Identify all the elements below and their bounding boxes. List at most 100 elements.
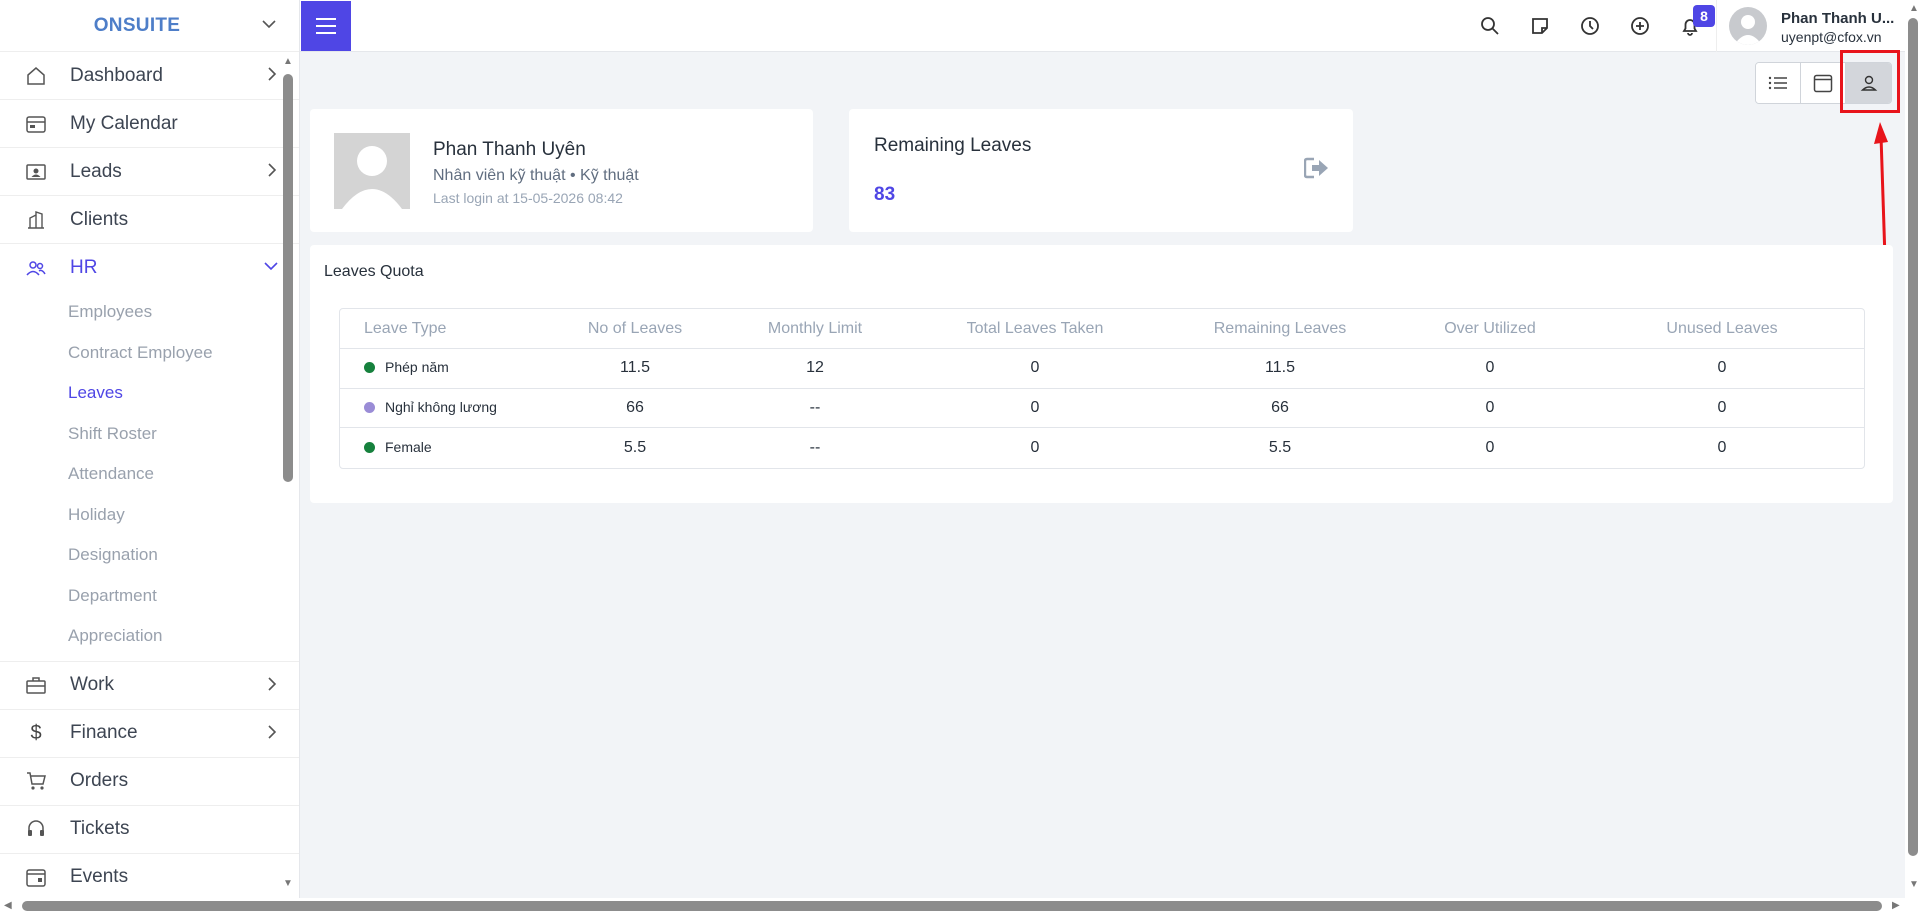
scroll-right-icon[interactable]: ▶ (1892, 901, 1900, 911)
sidebar-item-tickets[interactable]: Tickets (0, 806, 299, 854)
leaves-quota-card: Leaves Quota Leave Type No of Leaves Mon… (310, 245, 1893, 503)
chevron-down-icon (263, 258, 279, 280)
sidebar-subitem-department[interactable]: Department (0, 576, 299, 617)
chevron-right-icon (265, 724, 279, 746)
remaining-cell: 66 (1160, 389, 1400, 428)
sidebar-item-work[interactable]: Work (0, 662, 299, 710)
home-icon (24, 64, 48, 88)
chevron-right-icon (265, 162, 279, 184)
sidebar-item-label: Leads (70, 160, 122, 182)
avatar (1729, 7, 1767, 45)
sidebar-item-label: My Calendar (70, 112, 178, 134)
menu-toggle-button[interactable] (301, 1, 351, 51)
remaining-cell: 5.5 (1268, 438, 1292, 456)
leave-type-name: Phép năm (385, 359, 449, 376)
scroll-left-icon[interactable]: ◀ (4, 901, 12, 911)
column-header: Unused Leaves (1580, 309, 1864, 349)
sidebar-subitem-contract-employee[interactable]: Contract Employee (0, 333, 299, 374)
remaining-leaves-value: 83 (874, 184, 896, 205)
chevron-right-icon (265, 66, 279, 88)
leaves-quota-title: Leaves Quota (324, 263, 424, 280)
sidebar-item-clients[interactable]: Clients (0, 196, 299, 244)
sidebar-item-label: Clients (70, 208, 129, 230)
list-icon (1768, 76, 1787, 90)
sticky-note-icon[interactable] (1528, 14, 1552, 38)
total-taken-cell: 0 (1030, 438, 1040, 456)
no-of-leaves-cell: 66 (550, 389, 720, 428)
remaining-cell: 11.5 (1160, 349, 1400, 389)
sidebar-item-label: Finance (70, 722, 138, 743)
sidebar-subitem-designation[interactable]: Designation (0, 535, 299, 576)
calendar-icon (1813, 74, 1833, 93)
sidebar: ONSUITE Dashboard My Calendar Leads Clie… (0, 0, 300, 900)
sidebar-item-finance[interactable]: $ Finance (0, 710, 299, 758)
page-vertical-scrollbar[interactable]: ▲ ▼ (1905, 0, 1922, 900)
chevron-down-icon[interactable] (261, 16, 277, 37)
sidebar-scrollbar[interactable]: ▲ ▼ (281, 56, 295, 889)
sidebar-item-events[interactable]: Events (0, 854, 299, 901)
sidebar-subitem-shift-roster[interactable]: Shift Roster (0, 414, 299, 455)
sidebar-scrollbar-thumb[interactable] (283, 74, 293, 482)
sidebar-item-label: Dashboard (70, 64, 163, 86)
search-icon[interactable] (1478, 14, 1502, 38)
page-scrollbar-thumb[interactable] (1908, 18, 1918, 856)
sidebar-item-my-calendar[interactable]: My Calendar (0, 100, 299, 148)
add-circle-icon[interactable] (1628, 14, 1652, 38)
profile-role: Nhân viên kỹ thuật • Kỹ thuật (433, 167, 639, 184)
monthly-limit-cell: -- (720, 389, 910, 428)
table-row: Nghỉ không lương 66 -- 0 66 0 0 (340, 389, 1864, 428)
no-of-leaves-cell: 11.5 (550, 349, 720, 389)
list-view-button[interactable] (1756, 63, 1801, 103)
sidebar-subitem-appreciation[interactable]: Appreciation (0, 616, 299, 657)
table-row: Female 5.5 -- 0 5.5 0 0 (340, 428, 1864, 468)
leaves-quota-table: Leave Type No of Leaves Monthly Limit To… (339, 308, 1865, 469)
unused-cell: 0 (1717, 438, 1727, 456)
chevron-right-icon (265, 676, 279, 698)
monthly-limit-cell: 12 (720, 349, 910, 389)
brand-header[interactable]: ONSUITE (0, 0, 299, 52)
sidebar-subitem-employees[interactable]: Employees (0, 292, 299, 333)
scroll-down-icon[interactable]: ▼ (281, 878, 295, 890)
hamburger-icon (316, 18, 336, 34)
notification-badge[interactable]: 8 (1693, 5, 1715, 27)
scroll-down-icon[interactable]: ▼ (1909, 880, 1919, 890)
profile-card: Phan Thanh Uyên Nhân viên kỹ thuật • Kỹ … (310, 109, 813, 232)
user-menu[interactable]: Phan Thanh U... uyenpt@cfox.vn (1716, 0, 1908, 52)
unused-cell: 0 (1580, 389, 1864, 428)
sidebar-nav: Dashboard My Calendar Leads Clients HR (0, 52, 299, 292)
headset-icon (24, 817, 48, 841)
leave-color-dot (364, 401, 375, 413)
sidebar-subitem-leaves[interactable]: Leaves (0, 373, 299, 414)
profile-avatar (334, 133, 410, 209)
page-horizontal-scrollbar[interactable]: ◀ ▶ (0, 898, 1922, 914)
sidebar-item-label: Work (70, 674, 114, 695)
horizontal-scrollbar-thumb[interactable] (22, 901, 1882, 911)
monthly-limit-cell: -- (809, 438, 821, 456)
no-of-leaves-cell: 5.5 (623, 438, 647, 456)
remaining-leaves-card: Remaining Leaves 83 (849, 109, 1353, 232)
over-utilized-cell: 0 (1400, 389, 1580, 428)
sidebar-item-label: Events (70, 866, 129, 887)
leave-type-cell: Female (340, 428, 550, 468)
sidebar-item-orders[interactable]: Orders (0, 758, 299, 806)
people-icon (24, 256, 48, 280)
profile-name: Phan Thanh Uyên (433, 139, 586, 160)
sidebar-item-label: Tickets (70, 818, 130, 839)
id-card-icon (24, 160, 48, 184)
clock-icon[interactable] (1578, 14, 1602, 38)
column-header: Monthly Limit (720, 309, 910, 349)
scroll-up-icon[interactable]: ▲ (1909, 4, 1919, 14)
sidebar-nav-lower: Work $ Finance Orders Tickets Events (0, 660, 299, 901)
sidebar-item-dashboard[interactable]: Dashboard (0, 52, 299, 100)
scroll-up-icon[interactable]: ▲ (281, 56, 295, 68)
total-taken-cell: 0 (910, 389, 1160, 428)
sidebar-item-leads[interactable]: Leads (0, 148, 299, 196)
sidebar-subitem-attendance[interactable]: Attendance (0, 454, 299, 495)
sidebar-subitem-holiday[interactable]: Holiday (0, 495, 299, 536)
highlight-box (1840, 50, 1900, 113)
profile-last-login: Last login at 15-05-2026 08:42 (433, 190, 623, 206)
table-header-row: Leave Type No of Leaves Monthly Limit To… (340, 309, 1864, 349)
sign-out-icon (1303, 157, 1330, 184)
table-row: Phép năm 11.5 12 0 11.5 0 0 (340, 349, 1864, 389)
sidebar-item-hr[interactable]: HR (0, 244, 299, 292)
